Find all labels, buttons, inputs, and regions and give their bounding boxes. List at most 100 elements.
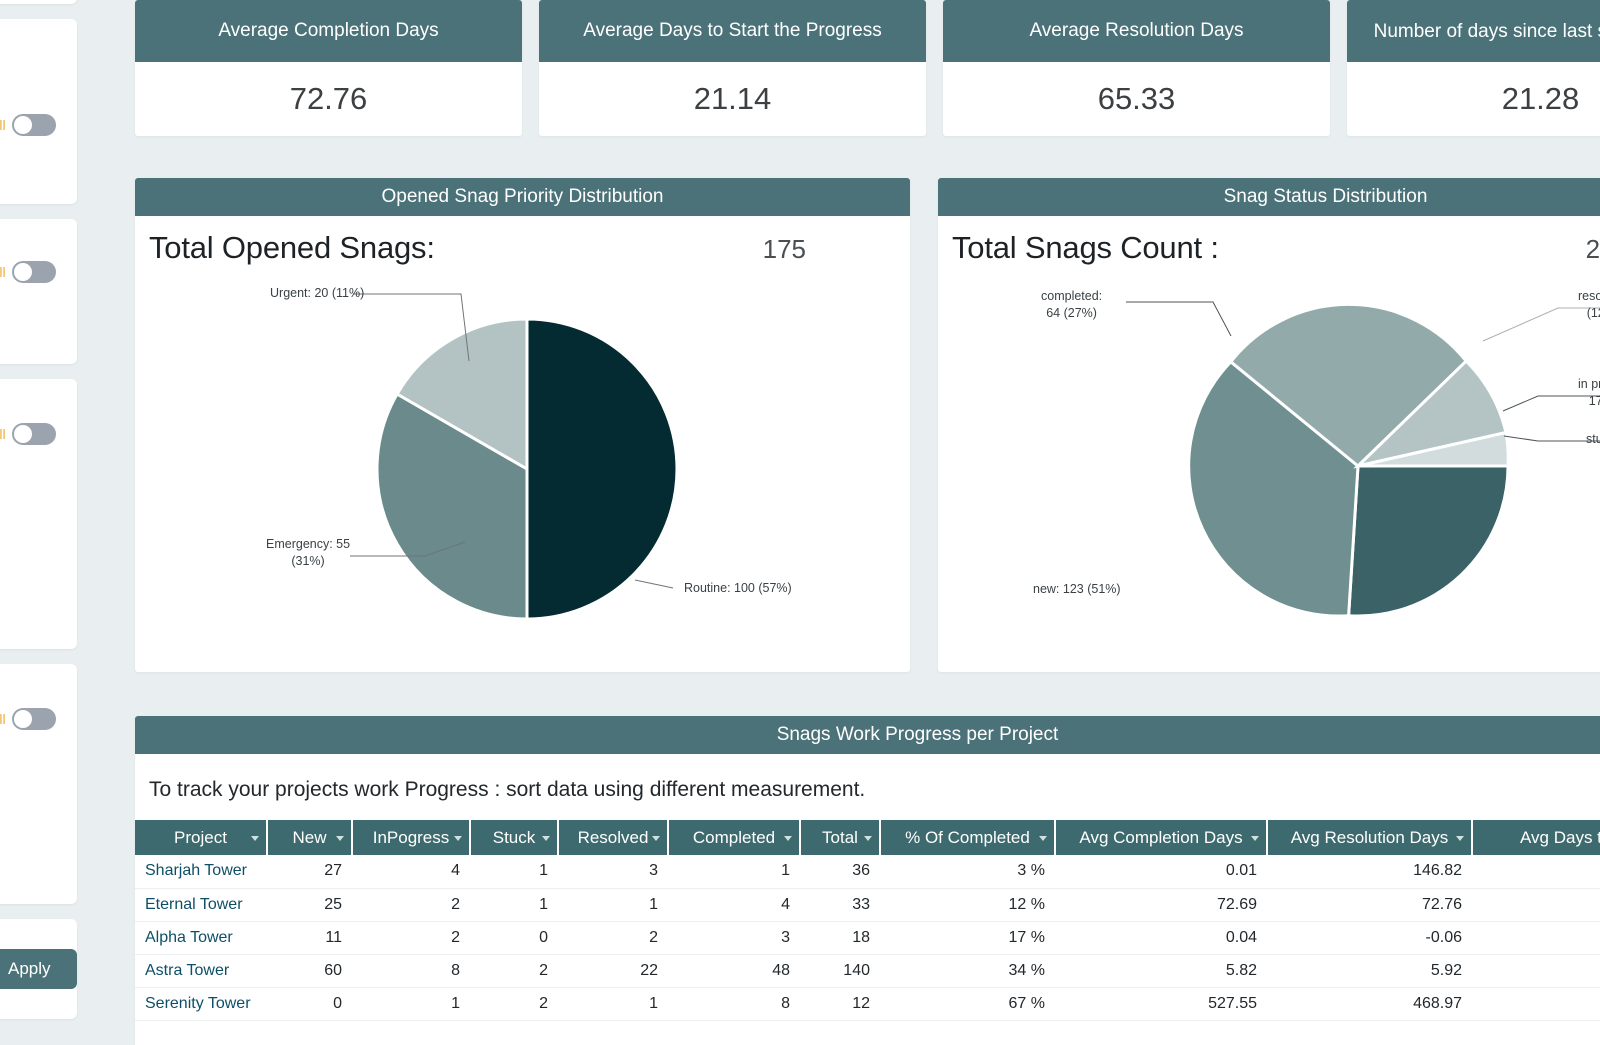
cell-avg-days-to-start	[1472, 954, 1600, 987]
column-header-completed[interactable]: Completed	[668, 820, 800, 855]
cell-inprogress: 8	[352, 954, 470, 987]
chevron-down-icon[interactable]	[652, 836, 660, 841]
cell-avg-completion-days: 5.82	[1055, 954, 1267, 987]
kpi-value: 72.76	[135, 62, 522, 136]
cell-stuck: 1	[470, 855, 558, 888]
total-opened-snags-label: Total Opened Snags:	[149, 230, 435, 266]
pie-slice-routine[interactable]	[527, 319, 677, 619]
table-header-row: Project New InPogress Stuck Resolved Com…	[135, 820, 1600, 855]
filter-card	[0, 0, 77, 4]
cell-resolved: 3	[558, 855, 668, 888]
priority-pie-chart: Urgent: 20 (11%) Emergency: 55 (31%) Rou…	[135, 266, 910, 666]
cell-completed: 4	[668, 888, 800, 921]
panel-title: Opened Snag Priority Distribution	[135, 178, 910, 216]
cell-avg-days-to-start	[1472, 921, 1600, 954]
column-header-pct-completed[interactable]: % Of Completed	[880, 820, 1055, 855]
toggle-knob	[14, 425, 32, 443]
filter-all-label: All	[0, 426, 6, 442]
filter-all-toggle-row: All	[0, 423, 56, 445]
column-header-avg-completion-days[interactable]: Avg Completion Days	[1055, 820, 1267, 855]
cell-completed: 1	[668, 855, 800, 888]
pie-label-inprogress: in progress: 17 (7%)	[1578, 376, 1600, 410]
apply-button[interactable]: Apply	[0, 949, 77, 989]
column-header-avg-days-to-start[interactable]: Avg Days to Start	[1472, 820, 1600, 855]
pie-slice-new[interactable]	[1349, 466, 1508, 616]
kpi-value: 21.14	[539, 62, 926, 136]
cell-inprogress: 4	[352, 855, 470, 888]
snags-progress-table: Project New InPogress Stuck Resolved Com…	[135, 820, 1600, 1021]
table-note: To track your projects work Progress : s…	[135, 754, 1600, 820]
chevron-down-icon[interactable]	[1039, 836, 1047, 841]
table-row[interactable]: Serenity Tower 0 1 2 1 8 12 67 % 527.55 …	[135, 987, 1600, 1020]
table-row[interactable]: Astra Tower 60 8 2 22 48 140 34 % 5.82 5…	[135, 954, 1600, 987]
filter-card: Apply	[0, 919, 77, 1019]
cell-stuck: 1	[470, 888, 558, 921]
chevron-down-icon[interactable]	[1251, 836, 1259, 841]
chevron-down-icon[interactable]	[1456, 836, 1464, 841]
filter-all-toggle[interactable]	[12, 114, 56, 136]
kpi-card-average-completion-days: Average Completion Days 72.76	[135, 0, 522, 136]
kpi-card-average-days-to-start: Average Days to Start the Progress 21.14	[539, 0, 926, 136]
kpi-title: Average Days to Start the Progress	[539, 0, 926, 62]
chevron-down-icon[interactable]	[336, 836, 344, 841]
cell-avg-resolution-days: 468.97	[1267, 987, 1472, 1020]
cell-new: 25	[267, 888, 352, 921]
cell-completed: 3	[668, 921, 800, 954]
total-snags-count-label: Total Snags Count :	[952, 230, 1219, 266]
pie-label-urgent: Urgent: 20 (11%)	[270, 285, 364, 302]
column-header-resolved[interactable]: Resolved	[558, 820, 668, 855]
cell-avg-resolution-days: 5.92	[1267, 954, 1472, 987]
kpi-card-row: Average Completion Days 72.76 Average Da…	[135, 0, 1600, 136]
cell-resolved: 22	[558, 954, 668, 987]
column-header-total[interactable]: Total	[800, 820, 880, 855]
table-body: Sharjah Tower 27 4 1 3 1 36 3 % 0.01 146…	[135, 855, 1600, 1020]
column-header-avg-resolution-days[interactable]: Avg Resolution Days	[1267, 820, 1472, 855]
filter-all-toggle-row: All	[0, 261, 56, 283]
panel-opened-snag-priority: Opened Snag Priority Distribution Total …	[135, 178, 910, 672]
table-row[interactable]: Sharjah Tower 27 4 1 3 1 36 3 % 0.01 146…	[135, 855, 1600, 888]
cell-avg-completion-days: 72.69	[1055, 888, 1267, 921]
cell-total: 18	[800, 921, 880, 954]
status-pie-chart: completed: 64 (27%) new: 123 (51%) resol…	[938, 266, 1600, 666]
cell-completed: 8	[668, 987, 800, 1020]
filter-all-toggle[interactable]	[12, 708, 56, 730]
kpi-card-average-resolution-days: Average Resolution Days 65.33	[943, 0, 1330, 136]
kpi-value: 21.28	[1347, 62, 1600, 136]
cell-avg-days-to-start	[1472, 987, 1600, 1020]
filter-all-toggle-row: All	[0, 708, 56, 730]
cell-pct-completed: 12 %	[880, 888, 1055, 921]
cell-new: 60	[267, 954, 352, 987]
cell-total: 140	[800, 954, 880, 987]
cell-total: 33	[800, 888, 880, 921]
total-opened-snags-value: 175	[763, 234, 888, 265]
cell-inprogress: 2	[352, 921, 470, 954]
column-header-inprogress[interactable]: InPogress	[352, 820, 470, 855]
column-header-new[interactable]: New	[267, 820, 352, 855]
filter-all-toggle[interactable]	[12, 261, 56, 283]
leader-line-routine	[635, 580, 673, 588]
cell-resolved: 2	[558, 921, 668, 954]
cell-avg-resolution-days: -0.06	[1267, 921, 1472, 954]
toggle-knob	[14, 710, 32, 728]
cell-project: Eternal Tower	[135, 888, 267, 921]
filter-card: All	[0, 379, 77, 649]
kpi-title: Average Resolution Days	[943, 0, 1330, 62]
table-row[interactable]: Eternal Tower 25 2 1 1 4 33 12 % 72.69 7…	[135, 888, 1600, 921]
chevron-down-icon[interactable]	[454, 836, 462, 841]
column-header-stuck[interactable]: Stuck	[470, 820, 558, 855]
cell-avg-completion-days: 0.04	[1055, 921, 1267, 954]
table-row[interactable]: Alpha Tower 11 2 0 2 3 18 17 % 0.04 -0.0…	[135, 921, 1600, 954]
filter-all-toggle-row: All	[0, 114, 56, 136]
pie-label-routine: Routine: 100 (57%)	[684, 580, 792, 597]
column-header-project[interactable]: Project	[135, 820, 267, 855]
cell-new: 0	[267, 987, 352, 1020]
pie-label-resolved: resolved: (12%)	[1578, 288, 1600, 322]
chevron-down-icon[interactable]	[251, 836, 259, 841]
chevron-down-icon[interactable]	[542, 836, 550, 841]
cell-pct-completed: 34 %	[880, 954, 1055, 987]
filter-all-toggle[interactable]	[12, 423, 56, 445]
chevron-down-icon[interactable]	[784, 836, 792, 841]
chevron-down-icon[interactable]	[864, 836, 872, 841]
cell-project: Astra Tower	[135, 954, 267, 987]
kpi-title: Number of days since last snag created	[1347, 0, 1600, 62]
